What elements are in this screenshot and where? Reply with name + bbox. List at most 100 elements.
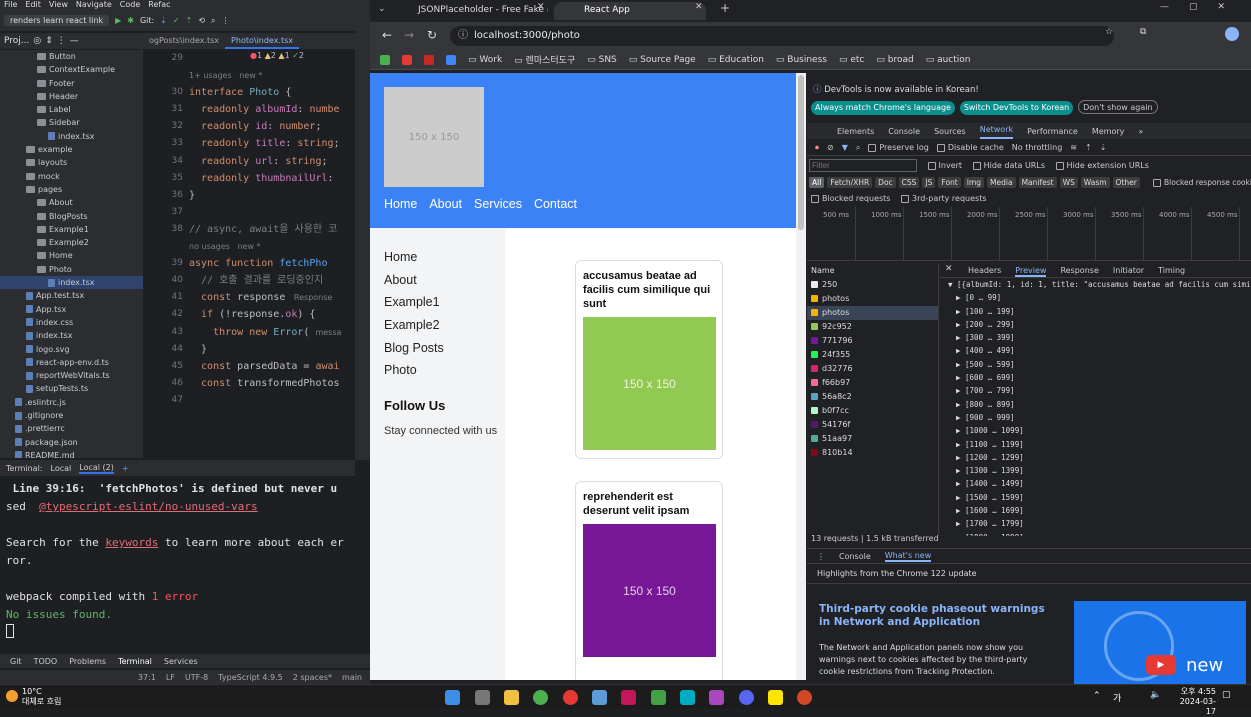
browser-tab-react-app[interactable]: React App bbox=[554, 2, 706, 20]
preview-range-row[interactable]: ▶ [700 … 799] bbox=[940, 384, 1251, 397]
tree-folder[interactable]: Button bbox=[0, 50, 143, 63]
tray-chevron-icon[interactable]: ⌃ bbox=[1093, 691, 1101, 701]
devtools-tab-performance[interactable]: Performance bbox=[1027, 127, 1078, 136]
bookmark-folder[interactable]: ▭ Education bbox=[708, 55, 764, 65]
speaker-icon[interactable]: 🔈 bbox=[1150, 690, 1161, 700]
drawer-tab-console[interactable]: Console bbox=[839, 552, 871, 561]
menu-item-navigate[interactable]: Navigate bbox=[76, 0, 112, 10]
preview-range-row[interactable]: ▶ [400 … 499] bbox=[940, 344, 1251, 357]
terminal-tab-local[interactable]: Local bbox=[51, 464, 72, 473]
bookmark-folder[interactable]: ▭ Work bbox=[468, 55, 502, 65]
more-tabs-icon[interactable]: » bbox=[1138, 127, 1143, 136]
preview-range-row[interactable]: ▶ [1200 … 1299] bbox=[940, 451, 1251, 464]
tree-file[interactable]: .prettierrc bbox=[0, 422, 143, 435]
preview-range-row[interactable]: ▶ [1300 … 1399] bbox=[940, 464, 1251, 477]
tree-folder[interactable]: layouts bbox=[0, 156, 143, 169]
menu-item-edit[interactable]: Edit bbox=[25, 0, 41, 10]
export-icon[interactable]: ⇣ bbox=[1100, 143, 1107, 152]
request-row[interactable]: 51aa97 bbox=[807, 432, 938, 446]
bookmark-folder[interactable]: ▭ auction bbox=[926, 55, 971, 65]
push-icon[interactable]: ⇡ bbox=[186, 16, 193, 25]
profile-icon[interactable] bbox=[1225, 27, 1239, 41]
detail-tab-headers[interactable]: Headers bbox=[968, 264, 1001, 277]
browser-tab-jsonplaceholder[interactable]: JSONPlaceholder - Free Fake R bbox=[388, 2, 548, 20]
preview-range-row[interactable]: ▶ [500 … 599] bbox=[940, 358, 1251, 371]
tree-folder[interactable]: About bbox=[0, 196, 143, 209]
discord-icon[interactable] bbox=[739, 690, 754, 705]
tree-file[interactable]: reportWebVitals.ts bbox=[0, 369, 143, 382]
switch-korean-button[interactable]: Switch DevTools to Korean bbox=[959, 101, 1074, 115]
network-timeline[interactable]: 500 ms 1000 ms 1500 ms 2000 ms 2500 ms 3000 m… bbox=[807, 207, 1251, 261]
close-tab-icon[interactable]: ✕ bbox=[537, 2, 545, 12]
bookmark-star-icon[interactable]: ☆ bbox=[1105, 27, 1113, 37]
nav-services[interactable]: Services bbox=[474, 197, 522, 211]
request-row[interactable]: photos bbox=[807, 306, 938, 320]
tree-file[interactable]: index.tsx bbox=[0, 276, 143, 290]
tree-file[interactable]: .eslintrc.js bbox=[0, 396, 143, 409]
status-item[interactable]: UTF-8 bbox=[185, 673, 208, 682]
preview-range-row[interactable]: ▶ [800 … 899] bbox=[940, 398, 1251, 411]
type-filter-manifest[interactable]: Manifest bbox=[1018, 177, 1057, 188]
nav-about[interactable]: About bbox=[429, 197, 462, 211]
chrome-icon[interactable] bbox=[533, 690, 548, 705]
tree-folder[interactable]: Home bbox=[0, 249, 143, 262]
match-language-button[interactable]: Always match Chrome's language bbox=[811, 101, 955, 115]
clock[interactable]: 오후 4:55 2024-03-17 bbox=[1172, 687, 1216, 717]
preview-range-row[interactable]: ▶ [1500 … 1599] bbox=[940, 491, 1251, 504]
detail-tab-preview[interactable]: Preview bbox=[1015, 264, 1047, 277]
invert-checkbox[interactable]: Invert bbox=[927, 161, 962, 170]
tool-tab-terminal[interactable]: Terminal bbox=[118, 657, 152, 666]
request-row[interactable]: 54176f bbox=[807, 418, 938, 432]
devtools-tab-elements[interactable]: Elements bbox=[837, 127, 874, 136]
close-detail-icon[interactable]: ✕ bbox=[945, 264, 953, 274]
menu-item-refac[interactable]: Refac bbox=[148, 0, 170, 10]
menu-item-file[interactable]: File bbox=[4, 0, 17, 10]
nav-home[interactable]: Home bbox=[384, 197, 417, 211]
tree-folder[interactable]: Footer bbox=[0, 77, 143, 90]
hide-data-checkbox[interactable]: Hide data URLs bbox=[972, 161, 1045, 170]
extensions-icon[interactable]: ⧉ bbox=[1140, 27, 1146, 37]
blocked-requests-checkbox[interactable]: Blocked requests bbox=[811, 194, 890, 203]
minimize-icon[interactable]: — bbox=[70, 36, 79, 46]
tool-tab-services[interactable]: Services bbox=[164, 657, 198, 666]
type-filter-other[interactable]: Other bbox=[1112, 177, 1140, 188]
editor-tab-blogposts[interactable]: ogPosts\index.tsx bbox=[143, 33, 225, 49]
target-icon[interactable]: ◎ bbox=[33, 36, 41, 46]
branch-button[interactable]: renders learn react link bbox=[4, 15, 110, 26]
type-filter-img[interactable]: Img bbox=[963, 177, 985, 188]
blocked-cookies-checkbox[interactable]: Blocked response cookie bbox=[1153, 178, 1251, 187]
photos-icon[interactable] bbox=[709, 690, 724, 705]
sidebar-item-example2[interactable]: Example2 bbox=[370, 314, 505, 337]
type-filter-js[interactable]: JS bbox=[922, 177, 936, 188]
type-filter-media[interactable]: Media bbox=[987, 177, 1016, 188]
preview-root[interactable]: ▼ [{albumId: 1, id: 1, title: "accusamus… bbox=[940, 278, 1251, 291]
eslint-rule-link[interactable]: @typescript-eslint/no-unused-vars bbox=[39, 500, 258, 513]
address-bar[interactable]: ⓘ localhost:3000/photo bbox=[450, 26, 1114, 46]
sidebar-item-home[interactable]: Home bbox=[370, 246, 505, 269]
menu-item-view[interactable]: View bbox=[49, 0, 68, 10]
tool-tab-git[interactable]: Git bbox=[10, 657, 22, 666]
preview-range-row[interactable]: ▶ [1700 … 1799] bbox=[940, 517, 1251, 530]
project-label[interactable]: Proj... bbox=[4, 36, 29, 46]
tree-file[interactable]: setupTests.ts bbox=[0, 382, 143, 395]
bookmark-folder[interactable]: ▭ Source Page bbox=[629, 55, 696, 65]
more-icon[interactable]: ⋮ bbox=[57, 36, 66, 46]
sidebar-item-blog-posts[interactable]: Blog Posts bbox=[370, 337, 505, 360]
devtools-tab-sources[interactable]: Sources bbox=[934, 127, 966, 136]
terminal-output[interactable]: Line 39:16: 'fetchPhotos' is defined but… bbox=[0, 476, 355, 642]
sidebar-item-about[interactable]: About bbox=[370, 269, 505, 292]
request-row[interactable]: 810b14 bbox=[807, 446, 938, 460]
pycharm-icon[interactable] bbox=[651, 690, 666, 705]
request-row[interactable]: 56a8c2 bbox=[807, 390, 938, 404]
tree-folder[interactable]: example bbox=[0, 143, 143, 156]
tree-folder[interactable]: pages bbox=[0, 183, 143, 196]
tree-file[interactable]: index.tsx bbox=[0, 130, 143, 143]
play-icon[interactable]: ▶ bbox=[1146, 655, 1176, 675]
nav-contact[interactable]: Contact bbox=[534, 197, 577, 211]
request-row[interactable]: 250 bbox=[807, 278, 938, 292]
webstorm-icon[interactable] bbox=[680, 690, 695, 705]
search-icon[interactable]: ⌕ bbox=[211, 16, 215, 26]
search-icon[interactable]: ⌕ bbox=[856, 143, 860, 153]
back-icon[interactable]: ← bbox=[382, 28, 392, 42]
apps-icon[interactable] bbox=[380, 54, 390, 65]
